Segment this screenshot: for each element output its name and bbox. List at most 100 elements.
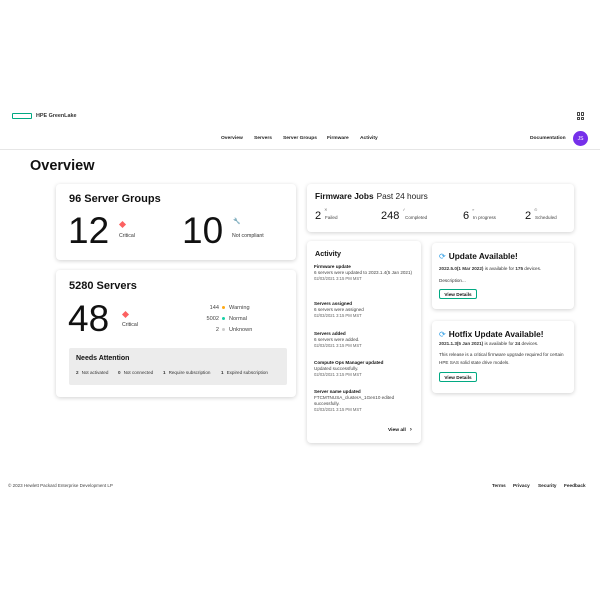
- attention-count: 0: [118, 370, 121, 375]
- hotfix-update-card: ⟳ Hotfix Update Available! 2021.1.3(5 Jan…: [432, 321, 574, 393]
- main-nav: Overview Servers Server Groups Firmware …: [0, 136, 600, 146]
- activity-item-time: 02/03/2021 3:15 PM MST: [314, 276, 362, 281]
- in-progress-label: In progress: [473, 215, 496, 220]
- update-text: is available for: [483, 266, 516, 271]
- activity-item[interactable]: Compute Ops Manager updated Updated succ…: [314, 360, 414, 378]
- job-completed[interactable]: 248✓ Completed: [381, 207, 427, 225]
- firmware-jobs-header: Firmware Jobs Past 24 hours: [315, 191, 428, 201]
- view-details-button[interactable]: View Details: [439, 289, 477, 299]
- nav-activity[interactable]: Activity: [360, 136, 378, 141]
- firmware-jobs-card[interactable]: Firmware Jobs Past 24 hours 2✕ Failed 248…: [307, 184, 574, 232]
- groups-noncompliant-label: Not compliant: [232, 233, 264, 239]
- job-failed[interactable]: 2✕ Failed: [315, 207, 338, 225]
- job-scheduled[interactable]: 2⊙ Scheduled: [525, 207, 557, 225]
- status-normal: 5002 Normal: [199, 316, 247, 322]
- failed-label: Failed: [325, 215, 338, 220]
- wrench-icon: 🔧: [233, 219, 241, 225]
- footer: © 2023 Hewlett Packard Enterprise Develo…: [0, 483, 600, 493]
- sync-icon: ⟳: [439, 251, 446, 261]
- hpe-logo: [12, 113, 32, 119]
- attention-expired-subscription[interactable]: 1 Expired subscription: [221, 370, 268, 375]
- attention-not-connected[interactable]: 0 Not connected: [118, 370, 153, 375]
- footer-terms-link[interactable]: Terms: [492, 483, 506, 488]
- copyright: © 2023 Hewlett Packard Enterprise Develo…: [8, 483, 113, 488]
- critical-icon: [121, 310, 130, 319]
- activity-item[interactable]: Firmware update 6 servers were updated t…: [314, 264, 414, 282]
- unknown-label: Unknown: [229, 327, 253, 333]
- view-details-button[interactable]: View Details: [439, 372, 477, 382]
- warning-label: Warning: [229, 305, 250, 311]
- activity-item-desc: FTCMTNUSA_clusterA_1Gen10 edited success…: [314, 395, 395, 406]
- nav-firmware[interactable]: Firmware: [327, 136, 349, 141]
- attention-label: Require subscription: [168, 370, 211, 375]
- attention-label: Expired subscription: [226, 370, 268, 375]
- nav-overview[interactable]: Overview: [221, 136, 243, 141]
- failed-count: 2: [315, 209, 322, 222]
- server-groups-card[interactable]: 96 Server Groups 12 Critical 10 🔧 Not co…: [56, 184, 296, 260]
- footer-security-link[interactable]: Security: [538, 483, 557, 488]
- server-groups-title: 96 Server Groups: [69, 193, 161, 205]
- activity-item[interactable]: Servers assigned 6 servers were assigned…: [314, 301, 414, 319]
- attention-label: Not connected: [123, 370, 154, 375]
- chevron-right-icon: ›: [409, 427, 412, 433]
- attention-count: 1: [163, 370, 166, 375]
- servers-title: 5280 Servers: [69, 280, 137, 292]
- attention-count: 2: [76, 370, 79, 375]
- brand-name: HPE GreenLake: [36, 113, 77, 119]
- update-available-card: ⟳ Update Available! 2022.5.0(1 Mar 2022) …: [432, 243, 574, 309]
- scheduled-icon: ⊙: [534, 207, 538, 212]
- activity-item[interactable]: Server name updated FTCMTNUSA_clusterA_1…: [314, 389, 414, 413]
- warning-dot-icon: [222, 306, 225, 310]
- completed-label: Completed: [405, 215, 428, 220]
- unknown-count: 2: [215, 327, 219, 333]
- status-unknown: 2 Unknown: [199, 327, 252, 333]
- nav-server-groups[interactable]: Server Groups: [283, 136, 317, 141]
- page-title: Overview: [30, 158, 95, 174]
- update-title: Hotfix Update Available!: [448, 329, 544, 339]
- needs-attention-panel: Needs Attention 2 Not activated 0 Not conn…: [69, 348, 287, 385]
- job-in-progress[interactable]: 6» In progress: [463, 207, 496, 225]
- activity-item[interactable]: Servers added 6 servers were added. 02/0…: [314, 331, 414, 349]
- groups-critical-count: 12: [68, 210, 110, 251]
- nav-servers[interactable]: Servers: [254, 136, 272, 141]
- needs-attention-title: Needs Attention: [76, 355, 130, 362]
- servers-critical-label: Critical: [122, 322, 138, 328]
- update-description: 2021.1.3(5 Jan 2021) is available for 24…: [439, 340, 567, 348]
- view-all-link[interactable]: View all ›: [388, 427, 412, 433]
- normal-count: 5002: [206, 316, 219, 322]
- documentation-link[interactable]: Documentation: [530, 136, 566, 141]
- critical-icon: [118, 220, 127, 229]
- update-extra: Description...: [439, 278, 466, 283]
- scheduled-label: Scheduled: [535, 215, 557, 220]
- completed-icon: ✓: [402, 207, 406, 212]
- update-text: devices.: [520, 341, 539, 346]
- servers-critical-count: 48: [68, 298, 110, 339]
- update-version: 2021.1.3(5 Jan 2021): [439, 341, 484, 346]
- in-progress-count: 6: [463, 209, 470, 222]
- update-description: 2022.5.0(1 Mar 2022) is available for 17…: [439, 265, 567, 273]
- update-device-count: 175: [515, 266, 524, 271]
- apps-grid-icon[interactable]: [577, 112, 585, 120]
- user-avatar[interactable]: JS: [573, 131, 588, 146]
- view-all-label: View all: [388, 428, 406, 433]
- footer-privacy-link[interactable]: Privacy: [513, 483, 530, 488]
- servers-card[interactable]: 5280 Servers 48 Critical 144 Warning 5002…: [56, 270, 296, 397]
- unknown-dot-icon: [222, 328, 225, 332]
- sync-icon: ⟳: [439, 329, 446, 339]
- firmware-jobs-period: Past 24 hours: [376, 191, 428, 201]
- attention-not-activated[interactable]: 2 Not activated: [76, 370, 108, 375]
- update-version: 2022.5.0(1 Mar 2022): [439, 266, 484, 271]
- activity-card: Activity Firmware update 6 servers were …: [307, 241, 421, 443]
- normal-label: Normal: [229, 316, 248, 322]
- activity-item-time: 02/03/2021 3:15 PM MST: [314, 407, 362, 412]
- update-extra: This release is a critical firmware upgr…: [439, 352, 564, 365]
- activity-item-time: 02/03/2021 3:15 PM MST: [314, 343, 362, 348]
- attention-require-subscription[interactable]: 1 Require subscription: [163, 370, 210, 375]
- brand[interactable]: HPE GreenLake: [12, 113, 76, 119]
- groups-critical-label: Critical: [119, 233, 135, 239]
- scheduled-count: 2: [525, 209, 532, 222]
- normal-dot-icon: [222, 317, 225, 321]
- update-header: ⟳ Update Available!: [439, 251, 518, 261]
- footer-feedback-link[interactable]: Feedback: [564, 483, 586, 488]
- attention-count: 1: [221, 370, 224, 375]
